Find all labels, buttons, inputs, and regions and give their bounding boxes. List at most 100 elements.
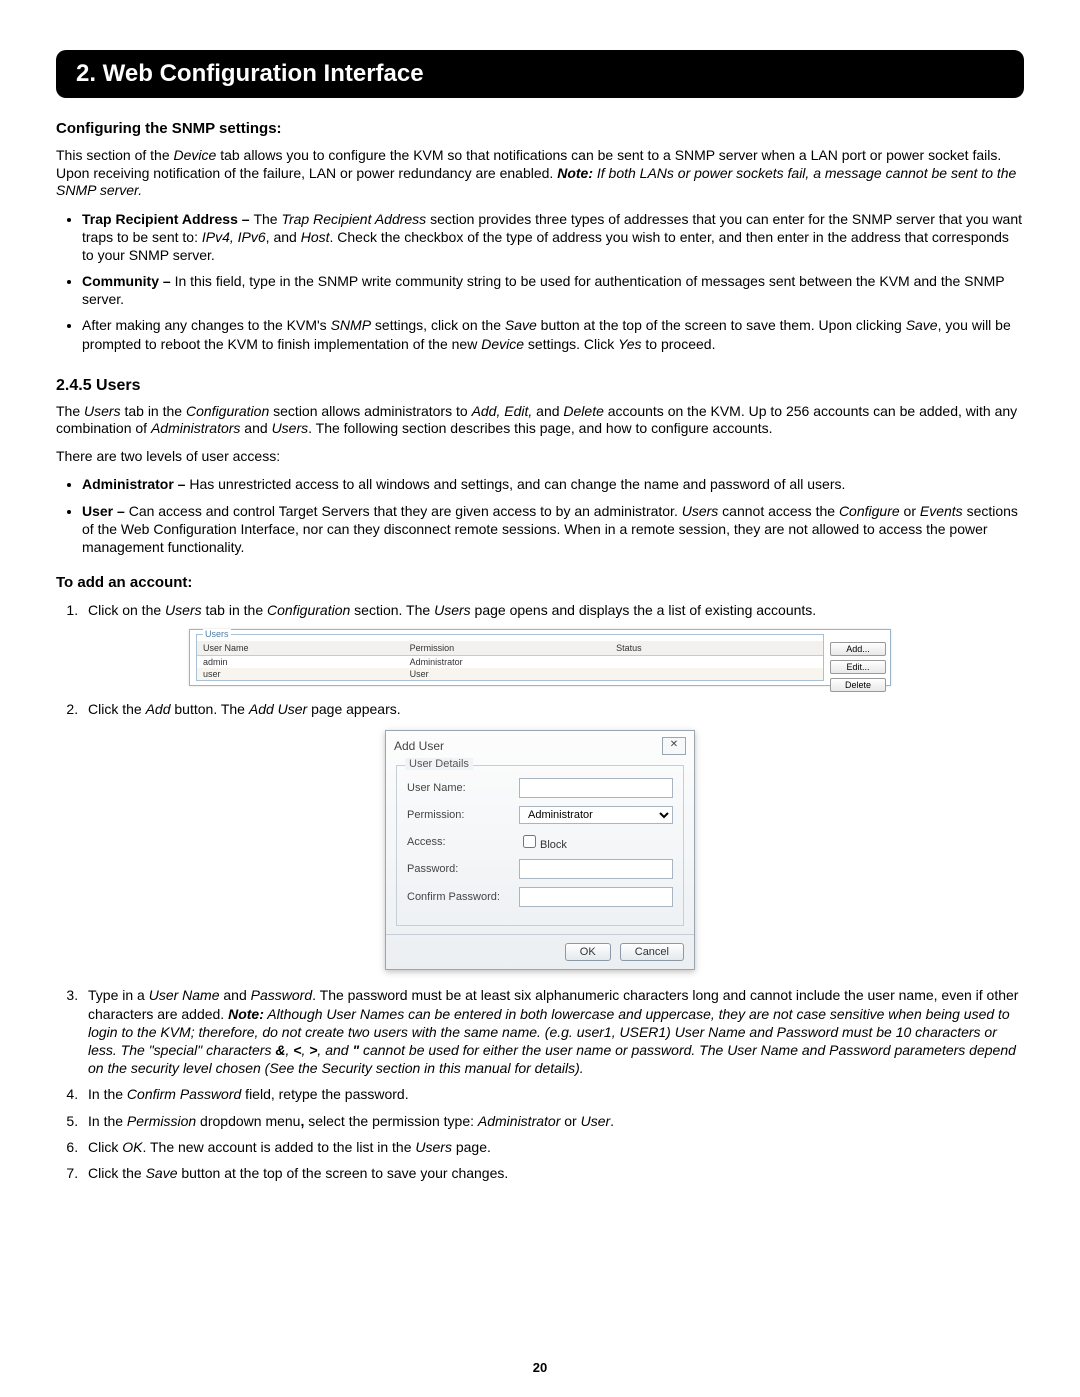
text: Host	[301, 229, 330, 245]
permission-select[interactable]: Administrator	[519, 806, 673, 824]
text: section allows administrators to	[269, 403, 471, 419]
label: User –	[82, 503, 129, 519]
text: button at the top of the screen to save …	[537, 317, 906, 333]
text: and	[220, 987, 251, 1003]
text: Save	[146, 1165, 178, 1181]
access-level-user: User – Can access and control Target Ser…	[82, 502, 1024, 557]
password-input[interactable]	[519, 859, 673, 879]
text: button. The	[171, 701, 249, 717]
text: Users	[415, 1139, 452, 1155]
text: section. The	[350, 602, 434, 618]
text: tab in the	[121, 403, 186, 419]
text: . The new account is added to the list i…	[142, 1139, 415, 1155]
users-table-screenshot: Users User Name Permission Status admin …	[189, 629, 891, 686]
text: In this field, type in the SNMP write co…	[82, 273, 1004, 307]
col-username: User Name	[197, 641, 404, 656]
text: Type in a	[88, 987, 149, 1003]
text: In the	[88, 1086, 127, 1102]
text: Save	[505, 317, 537, 333]
text: Click the	[88, 701, 146, 717]
text: After making any changes to the KVM's	[82, 317, 331, 333]
text: Users	[84, 403, 121, 419]
text: The	[56, 403, 84, 419]
cell-status	[610, 668, 823, 680]
col-permission: Permission	[404, 641, 611, 656]
confirm-password-input[interactable]	[519, 887, 673, 907]
users-para-2: There are two levels of user access:	[56, 448, 1024, 466]
close-icon[interactable]: ✕	[662, 737, 686, 755]
block-checkbox[interactable]	[523, 835, 536, 848]
text: cannot access the	[718, 503, 839, 519]
snmp-bullet-community: Community – In this field, type in the S…	[82, 272, 1024, 308]
table-row[interactable]: user User	[197, 668, 823, 680]
label: Administrator –	[82, 476, 189, 492]
cell-permission: Administrator	[404, 656, 611, 669]
cancel-button[interactable]: Cancel	[620, 943, 684, 961]
step-7: Click the Save button at the top of the …	[82, 1164, 1024, 1182]
text: or	[900, 503, 920, 519]
groupbox-label: Users	[203, 629, 231, 639]
text: to proceed.	[642, 336, 716, 352]
confirm-password-label: Confirm Password:	[407, 891, 519, 903]
snmp-intro: This section of the Device tab allows yo…	[56, 147, 1024, 200]
text: , and	[317, 1042, 352, 1058]
text: Click the	[88, 1165, 146, 1181]
text: settings, click on the	[371, 317, 505, 333]
text: Add User	[249, 701, 307, 717]
step-2: Click the Add button. The Add User page …	[82, 700, 1024, 718]
text: , and	[266, 229, 301, 245]
text: IPv4, IPv6	[202, 229, 266, 245]
snmp-heading: Configuring the SNMP settings:	[56, 120, 1024, 137]
text: Permission	[127, 1113, 196, 1129]
text: Configure	[839, 503, 900, 519]
step-1: Click on the Users tab in the Configurat…	[82, 601, 1024, 619]
text: Configuration	[186, 403, 269, 419]
ok-button[interactable]: OK	[565, 943, 611, 961]
password-label: Password:	[407, 863, 519, 875]
dialog-title: Add User	[394, 739, 444, 753]
text: and	[532, 403, 563, 419]
username-input[interactable]	[519, 778, 673, 798]
text: Administrators	[151, 420, 240, 436]
add-button[interactable]: Add...	[830, 642, 886, 656]
text: Administrator	[478, 1113, 560, 1129]
text: Yes	[618, 336, 641, 352]
page-number: 20	[0, 1360, 1080, 1375]
text: and	[240, 420, 271, 436]
snmp-bullet-save: After making any changes to the KVM's SN…	[82, 316, 1024, 352]
text: OK	[122, 1139, 142, 1155]
text: . The following section describes this p…	[308, 420, 772, 436]
text: Click on the	[88, 602, 165, 618]
cell-status	[610, 656, 823, 669]
add-user-dialog: Add User ✕ User Details User Name: Permi…	[385, 730, 695, 970]
text: Users	[272, 420, 309, 436]
table-row[interactable]: admin Administrator	[197, 656, 823, 669]
special-char: &	[275, 1042, 285, 1058]
note-label: Note:	[557, 165, 593, 181]
cell-permission: User	[404, 668, 611, 680]
text: Save	[906, 317, 938, 333]
block-label: Block	[540, 839, 567, 851]
fieldset-label: User Details	[405, 758, 473, 770]
text: Device	[481, 336, 524, 352]
access-level-admin: Administrator – Has unrestricted access …	[82, 475, 1024, 493]
text: Users	[165, 602, 202, 618]
label: Trap Recipient Address –	[82, 211, 253, 227]
edit-button[interactable]: Edit...	[830, 660, 886, 674]
text: Configuration	[267, 602, 350, 618]
username-label: User Name:	[407, 782, 519, 794]
text: Events	[920, 503, 963, 519]
label: Community –	[82, 273, 175, 289]
permission-label: Permission:	[407, 809, 519, 821]
delete-button[interactable]: Delete	[830, 678, 886, 692]
text: The	[253, 211, 281, 227]
text: Can access and control Target Servers th…	[129, 503, 682, 519]
text: tab in the	[202, 602, 267, 618]
users-heading: 2.4.5 Users	[56, 377, 1024, 395]
text: page appears.	[307, 701, 400, 717]
step-3: Type in a User Name and Password. The pa…	[82, 986, 1024, 1077]
text: Has unrestricted access to all windows a…	[189, 476, 845, 492]
text: Add, Edit,	[472, 403, 533, 419]
text: select the permission type:	[304, 1113, 478, 1129]
text: button at the top of the screen to save …	[178, 1165, 509, 1181]
